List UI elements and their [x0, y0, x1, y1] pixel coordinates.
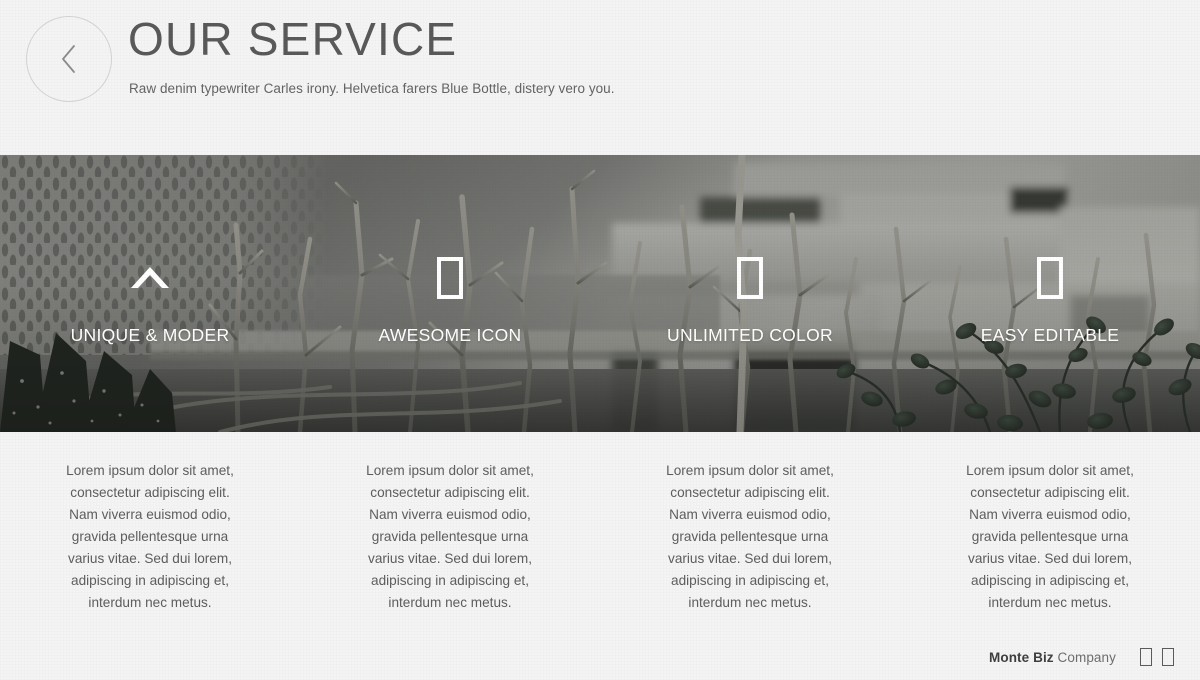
- feature-label: EASY EDITABLE: [980, 325, 1120, 345]
- feature-item-awesome-icon[interactable]: AWESOME ICON: [300, 155, 600, 432]
- description-text: Lorem ipsum dolor sit amet, consectetur …: [966, 463, 1134, 611]
- feature-icon-wrapper: [737, 253, 763, 303]
- page-footer: Monte Biz Company: [989, 648, 1174, 666]
- description-column: Lorem ipsum dolor sit amet, consectetur …: [900, 460, 1200, 614]
- description-text: Lorem ipsum dolor sit amet, consectetur …: [66, 463, 234, 611]
- page-header: OUR SERVICE Raw denim typewriter Carles …: [0, 0, 1200, 155]
- missing-glyph-box-icon: [737, 257, 763, 299]
- description-text: Lorem ipsum dolor sit amet, consectetur …: [366, 463, 534, 611]
- feature-label: UNLIMITED COLOR: [667, 325, 833, 345]
- feature-label: AWESOME ICON: [378, 325, 522, 345]
- page-title: OUR SERVICE: [128, 13, 458, 65]
- feature-icon-wrapper: [437, 253, 463, 303]
- feature-banner: UNIQUE & MODER AWESOME ICON UNLIMITED CO…: [0, 155, 1200, 432]
- description-list: Lorem ipsum dolor sit amet, consectetur …: [0, 460, 1200, 614]
- description-column: Lorem ipsum dolor sit amet, consectetur …: [600, 460, 900, 614]
- feature-label: UNIQUE & MODER: [70, 325, 230, 345]
- back-button[interactable]: [26, 16, 112, 102]
- page-subtitle: Raw denim typewriter Carles irony. Helve…: [129, 81, 615, 96]
- feature-item-unlimited-color[interactable]: UNLIMITED COLOR: [600, 155, 900, 432]
- feature-item-unique-moder[interactable]: UNIQUE & MODER: [0, 155, 300, 432]
- footer-brand: Monte Biz Company: [989, 650, 1116, 665]
- missing-glyph-box-icon: [437, 257, 463, 299]
- missing-glyph-box-icon[interactable]: [1140, 648, 1152, 666]
- feature-list: UNIQUE & MODER AWESOME ICON UNLIMITED CO…: [0, 155, 1200, 432]
- description-text: Lorem ipsum dolor sit amet, consectetur …: [666, 463, 834, 611]
- feature-icon-wrapper: [1037, 253, 1063, 303]
- chevron-up-icon: [128, 260, 172, 297]
- description-column: Lorem ipsum dolor sit amet, consectetur …: [0, 460, 300, 614]
- footer-brand-name: Monte Biz: [989, 649, 1054, 665]
- footer-social-icons: [1140, 648, 1174, 666]
- chevron-left-icon: [56, 42, 82, 76]
- missing-glyph-box-icon[interactable]: [1162, 648, 1174, 666]
- description-column: Lorem ipsum dolor sit amet, consectetur …: [300, 460, 600, 614]
- feature-icon-wrapper: [128, 253, 172, 303]
- footer-brand-suffix: Company: [1053, 649, 1116, 665]
- feature-item-easy-editable[interactable]: EASY EDITABLE: [900, 155, 1200, 432]
- missing-glyph-box-icon: [1037, 257, 1063, 299]
